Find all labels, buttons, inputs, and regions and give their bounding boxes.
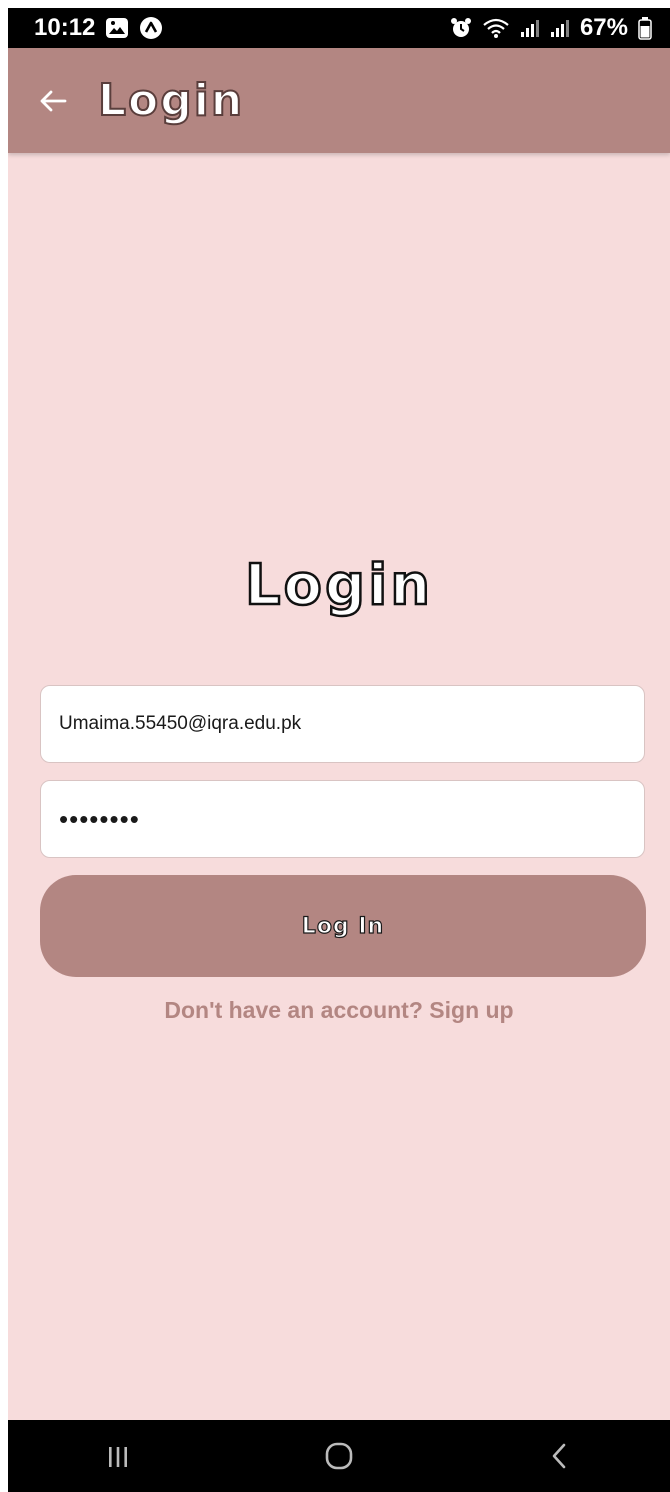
status-time: 10:12 [34,14,96,41]
app-icon [139,16,163,40]
login-form: Login Log In Don't have an account? Sign… [8,153,670,1420]
page-heading: Login [244,552,434,620]
status-right: 67% [450,14,652,42]
recents-button[interactable] [73,1426,163,1486]
password-input[interactable] [59,803,626,835]
status-bar: 10:12 67% [8,8,670,48]
alarm-icon [450,17,472,39]
wifi-icon [482,17,510,39]
back-button[interactable] [30,78,76,124]
gallery-icon [105,17,129,39]
app-bar: Login [8,48,670,153]
recents-icon [109,1447,128,1467]
home-icon [325,1442,353,1470]
battery-percent: 67% [579,14,628,41]
signal-icon [550,18,570,38]
battery-icon [638,16,652,40]
password-field[interactable] [40,780,645,858]
home-button[interactable] [294,1426,384,1486]
signup-link[interactable]: Don't have an account? Sign up [8,997,670,1024]
system-nav-bar [8,1420,670,1492]
app-bar-title: Login [97,74,245,127]
email-input[interactable] [59,713,626,735]
back-icon [552,1443,565,1469]
phone-screen: 10:12 67% Login Login Umaima.55450@iqra.… [8,8,670,1492]
email-field[interactable] [40,685,645,763]
arrow-left-icon [40,90,67,111]
signal-icon [520,18,540,38]
nav-back-button[interactable] [515,1426,605,1486]
login-button-label: Log In [301,913,385,939]
status-left: 10:12 [34,14,163,42]
login-button[interactable]: Log In [40,875,646,977]
